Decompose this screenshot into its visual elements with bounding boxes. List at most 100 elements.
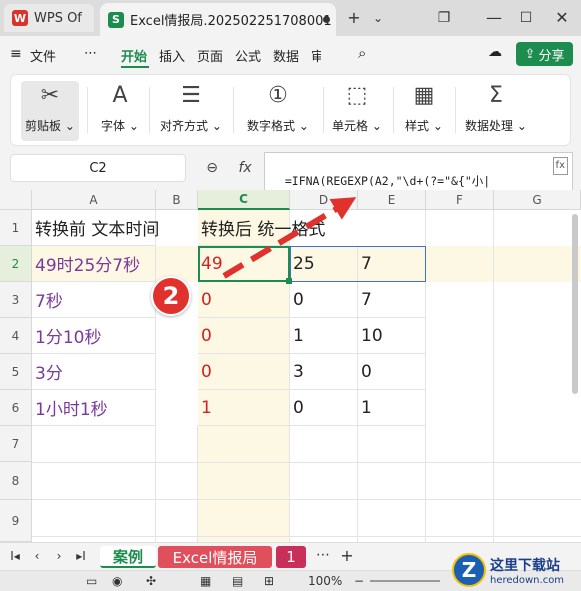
ribbon-cells[interactable]: ⬚ 单元格 ⌄ xyxy=(327,81,387,141)
cell-c4[interactable]: 0 xyxy=(198,318,290,354)
menu-insert[interactable]: 插入 xyxy=(159,46,185,65)
menu-data[interactable]: 数据 xyxy=(273,46,299,65)
watermark: Z 这里下载站 heredown.com xyxy=(452,550,578,590)
cell-d4[interactable]: 1 xyxy=(290,318,358,354)
cell-e3[interactable]: 7 xyxy=(358,282,426,318)
tab-document[interactable]: S Excel情报局.202502251708001 xyxy=(100,3,336,36)
menu-more[interactable]: ⋯ xyxy=(84,46,97,61)
cell-a5[interactable]: 3分 xyxy=(32,354,156,390)
column-header-b[interactable]: B xyxy=(156,190,198,210)
scissors-icon: ✂ xyxy=(40,83,60,108)
row-header-4[interactable]: 4 xyxy=(0,318,32,354)
zoom-out-icon[interactable]: ⊖ xyxy=(206,160,218,176)
cell-a1[interactable]: 转换前 文本时间 xyxy=(32,210,159,246)
first-sheet-icon[interactable]: I◂ xyxy=(8,549,22,563)
zoom-level[interactable]: 100% xyxy=(308,574,342,588)
menu-review[interactable]: 审 xyxy=(311,46,321,65)
ribbon: ✂ 剪贴板 ⌄ A 字体 ⌄ ☰ 对齐方式 ⌄ ① 数字格式 ⌄ ⬚ 单元格 ⌄… xyxy=(10,74,571,146)
column-header-a[interactable]: A xyxy=(32,190,156,210)
cell-a3[interactable]: 7秒 xyxy=(32,282,156,318)
close-icon[interactable]: ✕ xyxy=(552,8,572,28)
cell-a4[interactable]: 1分10秒 xyxy=(32,318,156,354)
cell-d5[interactable]: 3 xyxy=(290,354,358,390)
cell-c1[interactable]: 转换后 统一格式 xyxy=(198,210,325,246)
cell-e5[interactable]: 0 xyxy=(358,354,426,390)
select-all-corner[interactable] xyxy=(0,190,32,210)
cell-c3[interactable]: 0 xyxy=(198,282,290,318)
wps-logo-icon: W xyxy=(12,10,28,26)
ribbon-font[interactable]: A 字体 ⌄ xyxy=(95,81,145,141)
view-toggle-icon[interactable]: ✣ xyxy=(146,574,156,588)
vertical-scrollbar[interactable] xyxy=(572,214,578,394)
add-sheet-icon[interactable]: + xyxy=(340,546,354,565)
maximize-icon[interactable]: ☐ xyxy=(516,8,536,28)
cell-e4[interactable]: 10 xyxy=(358,318,426,354)
menu-formula[interactable]: 公式 xyxy=(235,46,261,65)
zoom-slider[interactable] xyxy=(370,580,440,582)
sheet-tab-second[interactable]: Excel情报局 xyxy=(158,546,272,568)
cell-d3[interactable]: 0 xyxy=(290,282,358,318)
column-header-f[interactable]: F xyxy=(426,190,494,210)
zoom-out-button[interactable]: − xyxy=(354,574,364,588)
row-header-8[interactable]: 8 xyxy=(0,462,32,500)
page-break-icon[interactable]: ⊞ xyxy=(264,574,274,588)
ribbon-divider xyxy=(455,87,456,133)
new-tab-icon[interactable]: + xyxy=(344,8,364,28)
minimize-icon[interactable]: — xyxy=(484,8,504,28)
ribbon-number-format[interactable]: ① 数字格式 ⌄ xyxy=(239,81,317,141)
menu-page[interactable]: 页面 xyxy=(197,46,223,65)
cell-e2[interactable]: 7 xyxy=(358,246,426,282)
eye-icon[interactable]: ◉ xyxy=(112,574,122,588)
row-header-7[interactable]: 7 xyxy=(0,426,32,462)
fill-handle[interactable] xyxy=(286,278,292,284)
row-header-1[interactable]: 1 xyxy=(0,210,32,246)
menu-file[interactable]: 文件 xyxy=(30,46,56,65)
ribbon-styles[interactable]: ▦ 样式 ⌄ xyxy=(399,81,449,141)
cell-e6[interactable]: 1 xyxy=(358,390,426,426)
cell-c2[interactable]: 49 xyxy=(198,246,290,282)
row-header-3[interactable]: 3 xyxy=(0,282,32,318)
share-icon: ⇪ xyxy=(524,46,536,62)
window-restore-icon[interactable]: ❐ xyxy=(434,8,454,28)
cell-a2[interactable]: 49时25分7秒 xyxy=(32,246,156,282)
cloud-sync-icon[interactable]: ☁ xyxy=(488,44,502,60)
expand-formula-icon[interactable]: fx xyxy=(552,157,568,175)
ribbon-clipboard[interactable]: ✂ 剪贴板 ⌄ xyxy=(21,81,79,141)
normal-view-icon[interactable]: ▦ xyxy=(200,574,211,588)
chevron-down-icon[interactable]: ⌄ xyxy=(368,8,388,28)
menu-home[interactable]: 开始 xyxy=(121,46,147,65)
name-box[interactable]: C2 xyxy=(10,154,186,182)
share-button[interactable]: ⇪ 分享 xyxy=(516,42,573,66)
column-header-d[interactable]: D xyxy=(290,190,358,210)
cell-a6[interactable]: 1小时1秒 xyxy=(32,390,156,426)
ribbon-alignment[interactable]: ☰ 对齐方式 ⌄ xyxy=(155,81,227,141)
row-header-6[interactable]: 6 xyxy=(0,390,32,426)
search-icon[interactable]: ⌕ xyxy=(358,44,366,62)
more-sheets-icon[interactable]: ⋯ xyxy=(316,547,330,563)
tab-wps-office[interactable]: W WPS Of xyxy=(4,4,94,32)
layout-icon[interactable]: ▭ xyxy=(86,574,97,588)
next-sheet-icon[interactable]: › xyxy=(52,549,66,563)
column-header-e[interactable]: E xyxy=(358,190,426,210)
spreadsheet-grid[interactable]: A B C D E F G 1 2 3 4 5 6 7 8 9 转换前 文本时间… xyxy=(0,190,581,542)
ribbon-alignment-label: 对齐方式 xyxy=(160,119,209,133)
sheet-tab-active[interactable]: 案例 xyxy=(100,546,156,568)
gridline xyxy=(155,426,156,542)
sheet-tab-third[interactable]: 1 xyxy=(276,546,306,568)
cell-d6[interactable]: 0 xyxy=(290,390,358,426)
row-header-9[interactable]: 9 xyxy=(0,500,32,542)
spreadsheet-logo-icon: S xyxy=(108,11,124,28)
fx-icon[interactable]: fx xyxy=(239,160,252,176)
row-header-5[interactable]: 5 xyxy=(0,354,32,390)
cell-d2[interactable]: 25 xyxy=(290,246,358,282)
row-header-2[interactable]: 2 xyxy=(0,246,32,282)
ribbon-data-processing[interactable]: Σ 数据处理 ⌄ xyxy=(459,81,533,141)
cell-c6[interactable]: 1 xyxy=(198,390,290,426)
page-view-icon[interactable]: ▤ xyxy=(232,574,243,588)
last-sheet-icon[interactable]: ▸I xyxy=(74,549,88,563)
cell-c5[interactable]: 0 xyxy=(198,354,290,390)
menu-icon[interactable]: ≡ xyxy=(10,46,22,62)
column-header-g[interactable]: G xyxy=(494,190,581,210)
column-header-c[interactable]: C xyxy=(198,190,290,210)
prev-sheet-icon[interactable]: ‹ xyxy=(30,549,44,563)
